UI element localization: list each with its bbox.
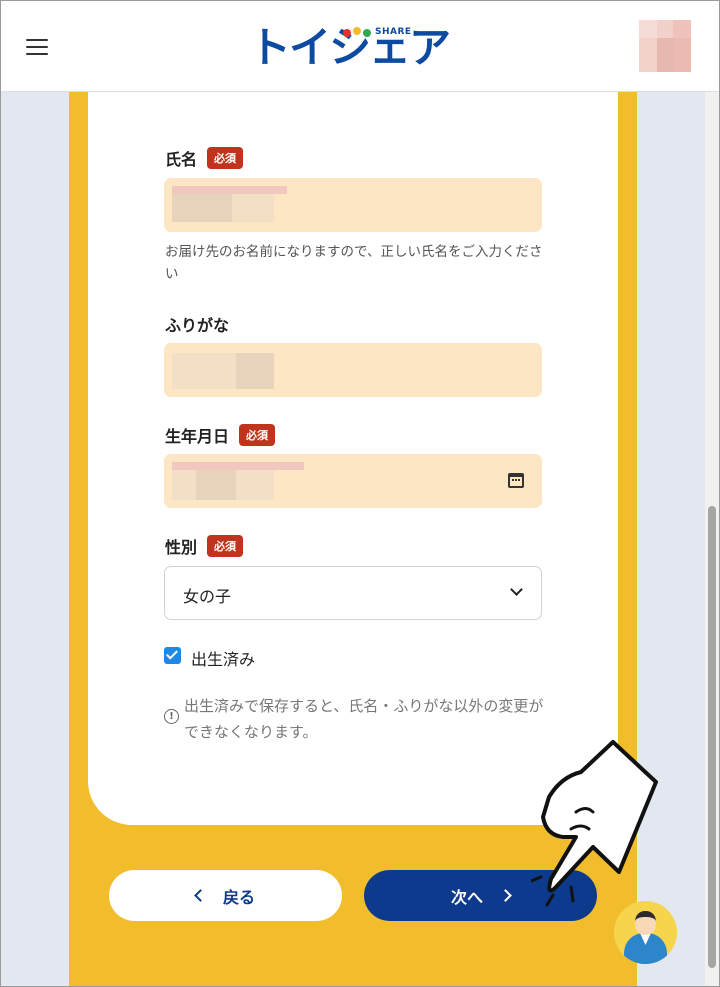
redacted-text: [172, 353, 236, 389]
logo-dot-yellow: [353, 27, 361, 35]
gender-label: 性別 必須: [165, 534, 244, 558]
furigana-label-text: ふりがな: [165, 316, 230, 335]
required-badge: 必須: [239, 424, 276, 446]
furigana-label: ふりがな: [165, 312, 229, 336]
app-header: トイシェア SHARE: [1, 1, 719, 92]
gender-selected-value: 女の子: [183, 587, 232, 606]
main-content: 氏名 必須 お届け先のお名前になりますので、正しい氏名をご入力ください ふりがな…: [1, 92, 705, 986]
chatbot-avatar-button[interactable]: [614, 901, 677, 964]
logo-dot-red: [343, 29, 351, 37]
name-input[interactable]: [164, 178, 542, 232]
required-badge: 必須: [207, 147, 244, 169]
logo-share-text: SHARE: [375, 27, 412, 37]
gender-label-text: 性別: [165, 538, 198, 557]
redacted-text: [196, 470, 236, 500]
born-notice-text: 出生済みで保存すると、氏名・ふりがな以外の変更ができなくなります。: [184, 697, 544, 741]
scrollbar-thumb[interactable]: [708, 506, 716, 968]
redacted-text: [236, 470, 274, 500]
born-checkbox[interactable]: [164, 647, 181, 664]
name-helper-text: お届け先のお名前になりますので、正しい氏名をご入力ください: [165, 244, 543, 282]
back-button[interactable]: 戻る: [109, 870, 342, 921]
next-button-label: 次へ: [450, 887, 483, 907]
furigana-input[interactable]: [164, 343, 542, 397]
name-label-text: 氏名: [165, 150, 198, 169]
chatbot-head: [635, 911, 656, 935]
chevron-left-icon: [194, 889, 207, 902]
name-label: 氏名 必須: [165, 146, 244, 170]
redacted-text: [236, 353, 274, 389]
back-button-label: 戻る: [222, 887, 255, 907]
browser-viewport: トイシェア SHARE 氏名 必須 お届け先のお名前になりますので、正しい氏名を…: [0, 0, 720, 987]
redacted-text: [172, 186, 287, 194]
next-button[interactable]: 次へ: [364, 870, 597, 921]
user-avatar[interactable]: [639, 20, 691, 72]
born-checkbox-label[interactable]: 出生済み: [191, 646, 255, 670]
birthdate-input[interactable]: [164, 454, 542, 508]
info-icon: !: [164, 709, 179, 724]
chevron-right-icon: [499, 889, 512, 902]
redacted-text: [232, 194, 274, 222]
birthdate-label: 生年月日 必須: [165, 423, 276, 447]
page-scrollbar[interactable]: [705, 92, 719, 986]
redacted-text: [172, 462, 304, 470]
calendar-icon[interactable]: [508, 473, 524, 488]
toyshare-logo[interactable]: トイシェア SHARE: [249, 23, 451, 73]
gender-select[interactable]: 女の子: [164, 566, 542, 620]
logo-dot-green: [363, 29, 371, 37]
hamburger-menu-icon[interactable]: [26, 39, 48, 55]
chevron-down-icon: [510, 583, 523, 596]
required-badge: 必須: [207, 535, 244, 557]
birthdate-label-text: 生年月日: [165, 427, 230, 446]
redacted-text: [172, 470, 196, 500]
redacted-text: [172, 194, 232, 222]
